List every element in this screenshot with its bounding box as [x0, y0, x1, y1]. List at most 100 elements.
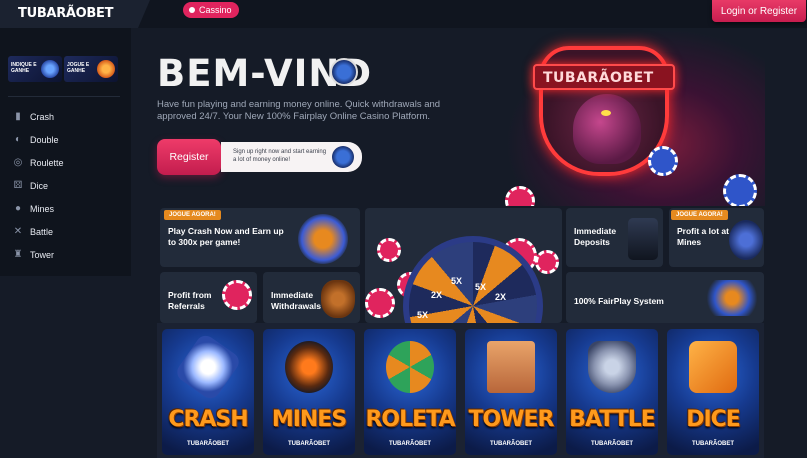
phone-icon — [628, 218, 658, 260]
shark-eye — [601, 110, 611, 116]
sidebar-item-crash[interactable]: ▮ Crash — [12, 108, 54, 126]
feature-card-deposits[interactable]: Immediate Deposits — [566, 208, 663, 267]
game-title: BATTLE — [569, 407, 656, 432]
sidebar-item-battle[interactable]: ✕ Battle — [12, 223, 53, 241]
feature-card-crash[interactable]: JOGUE AGORA! Play Crash Now and Earn up … — [160, 208, 360, 267]
logo-tab[interactable]: TUBARÃOBET — [0, 0, 150, 28]
casino-chip-icon — [648, 146, 678, 176]
sidebar-item-label: Tower — [30, 250, 55, 260]
feature-text: Play Crash Now and Earn up to 300x per g… — [168, 226, 284, 247]
game-brand: TUBARÃOBET — [187, 441, 229, 447]
gift-icon — [41, 60, 59, 78]
wheel-label: 5X — [451, 276, 463, 286]
game-title: ROLETA — [365, 407, 455, 432]
casino-chip-icon — [222, 280, 252, 310]
casino-chip-icon — [535, 250, 559, 274]
game-brand: TUBARÃOBET — [389, 441, 431, 447]
promo-banner-play[interactable]: JOGUE E GANHE — [64, 56, 118, 82]
feature-text: 100% FairPlay System — [574, 296, 664, 306]
sidebar-divider — [8, 96, 120, 97]
sidebar-item-label: Mines — [30, 204, 55, 214]
game-brand: TUBARÃOBET — [692, 441, 734, 447]
sidebar-item-double[interactable]: ◐ Double — [12, 131, 59, 149]
casino-chip-icon — [723, 174, 757, 206]
game-brand: TUBARÃOBET — [490, 441, 532, 447]
play-now-tag: JOGUE AGORA! — [671, 210, 728, 220]
nav-tab-label: Cassino — [199, 5, 232, 15]
dice-icon: ⚄ — [13, 180, 23, 191]
sidebar-item-mines[interactable]: ● Mines — [12, 200, 54, 218]
shark-badge-icon — [332, 146, 354, 168]
game-card-mines[interactable]: MINES TUBARÃOBET — [263, 329, 355, 455]
dice-icon — [689, 341, 737, 393]
register-hint: Sign up right now and start earning a lo… — [221, 142, 362, 172]
sidebar-item-label: Dice — [30, 181, 49, 191]
feature-card-withdrawals[interactable]: Immediate Withdrawals — [263, 272, 360, 323]
register-hint-text: Sign up right now and start earning a lo… — [233, 149, 327, 163]
logo-banner: TUBARÃOBET — [533, 64, 675, 90]
games-row: CRASH TUBARÃOBET MINES TUBARÃOBET ROLETA… — [157, 323, 764, 458]
money-bag-icon — [97, 60, 115, 78]
game-card-crash[interactable]: CRASH TUBARÃOBET — [162, 329, 254, 455]
game-title: MINES — [271, 407, 347, 432]
hero-subtitle: Have fun playing and earning money onlin… — [157, 99, 441, 122]
bomb-icon — [285, 341, 333, 393]
top-bar: TUBARÃOBET Cassino Login or Register — [0, 0, 807, 28]
game-brand: TUBARÃOBET — [591, 441, 633, 447]
bomb-icon: ● — [14, 203, 22, 214]
game-title: TOWER — [468, 407, 555, 432]
sidebar-item-dice[interactable]: ⚄ Dice — [12, 177, 48, 195]
casino-chip-icon — [365, 288, 395, 318]
sidebar-promos: INDIQUE E GANHE JOGUE E GANHE — [8, 56, 118, 82]
roulette-wheel-card[interactable]: 2X 5X 5X 2X 5X — [365, 208, 562, 323]
game-brand: TUBARÃOBET — [288, 441, 330, 447]
sidebar-item-label: Battle — [30, 227, 54, 237]
game-card-roleta[interactable]: ROLETA TUBARÃOBET — [364, 329, 456, 455]
roulette-icon — [386, 341, 434, 393]
battle-icon — [588, 341, 636, 393]
game-title: DICE — [686, 407, 741, 432]
rocket-icon — [298, 214, 348, 264]
game-title: CRASH — [168, 407, 248, 432]
nav-tab-cassino[interactable]: Cassino — [183, 2, 239, 18]
money-bag-icon — [321, 280, 355, 318]
sidebar-item-roulette[interactable]: ◎ Roulette — [12, 154, 64, 172]
battle-icon: ✕ — [13, 226, 23, 237]
feature-text: Immediate Deposits — [574, 226, 617, 247]
tower-icon — [487, 341, 535, 393]
game-card-tower[interactable]: TOWER TUBARÃOBET — [465, 329, 557, 455]
site-logo[interactable]: TUBARÃOBET — [18, 6, 113, 21]
logo-banner-text: TUBARÃOBET — [543, 70, 654, 86]
sidebar-item-label: Roulette — [30, 158, 64, 168]
promo-label: JOGUE E GANHE — [67, 62, 90, 74]
shark-mascot-icon — [573, 94, 641, 164]
promo-label: INDIQUE E GANHE — [11, 62, 37, 74]
login-register-button[interactable]: Login or Register — [712, 0, 806, 22]
game-card-battle[interactable]: BATTLE TUBARÃOBET — [566, 329, 658, 455]
wheel-label: 2X — [495, 292, 507, 302]
play-now-tag: JOGUE AGORA! — [164, 210, 221, 220]
game-card-dice[interactable]: DICE TUBARÃOBET — [667, 329, 759, 455]
rocket-icon — [173, 331, 243, 403]
feature-text: Profit from Referrals — [168, 290, 212, 311]
double-icon: ◐ — [14, 134, 22, 145]
sidebar-item-tower[interactable]: ♜ Tower — [12, 246, 55, 264]
promo-banner-referral[interactable]: INDIQUE E GANHE — [8, 56, 62, 82]
casino-chip-icon — [377, 238, 401, 262]
fairplay-badge-icon — [706, 280, 758, 316]
hero-artwork: TUBARÃOBET — [505, 28, 765, 206]
sidebar-item-label: Double — [30, 135, 59, 145]
wheel-label: 5X — [475, 282, 487, 292]
feature-card-fairplay[interactable]: 100% FairPlay System — [566, 272, 764, 323]
sidebar-item-label: Crash — [30, 112, 55, 122]
feature-card-mines[interactable]: JOGUE AGORA! Profit a lot at Mines — [669, 208, 764, 267]
feature-card-referrals[interactable]: Profit from Referrals — [160, 272, 257, 323]
roulette-icon: ◎ — [13, 157, 23, 168]
sidebar: INDIQUE E GANHE JOGUE E GANHE ▮ Crash ◐ … — [0, 28, 131, 276]
tower-icon: ♜ — [13, 249, 23, 260]
chart-icon: ▮ — [15, 111, 21, 122]
wheel-label: 5X — [417, 310, 429, 320]
shark-logo-icon — [330, 58, 358, 86]
casino-chip-icon — [505, 186, 535, 206]
register-button[interactable]: Register — [157, 139, 221, 175]
